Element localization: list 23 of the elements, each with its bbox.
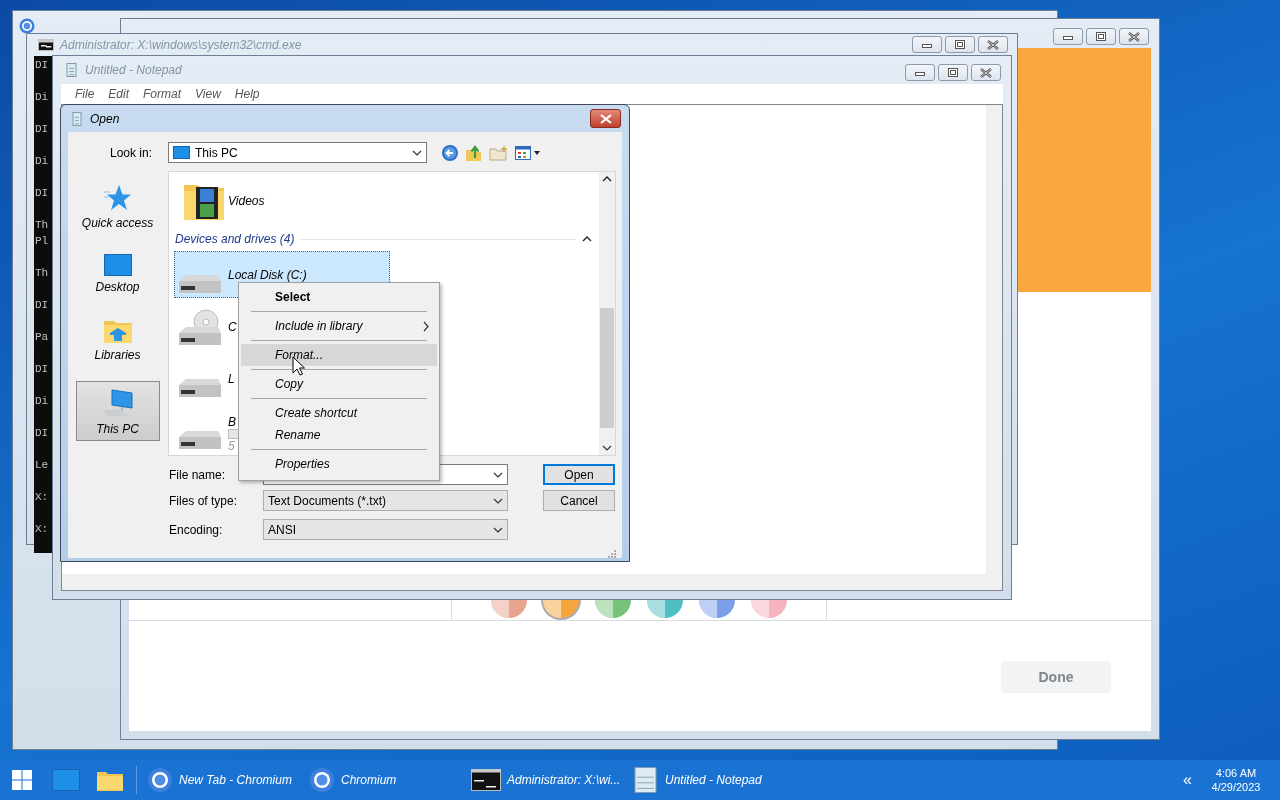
console-line: X: [35, 522, 49, 537]
console-line: Th [35, 218, 49, 233]
window-title: Untitled - Notepad [85, 63, 182, 77]
console-line: X: [35, 490, 49, 505]
console-line: Di [35, 154, 49, 169]
console-line: DI [35, 122, 49, 137]
console-line: DI [35, 58, 49, 73]
console-line: Pl [35, 234, 49, 249]
field-label: Encoding: [169, 522, 224, 537]
console-line: Th [35, 266, 49, 281]
window-title: Administrator: X:\windows\system32\cmd.exe [60, 38, 302, 52]
console-line: Di [35, 394, 49, 409]
console-line: DI [35, 298, 49, 313]
dialog-title: Open [90, 111, 120, 126]
console-line: Le [35, 458, 49, 473]
console-line: DI [35, 362, 49, 377]
field-label: Look in: [108, 145, 153, 160]
field-label: File name: [169, 467, 227, 482]
field-label: Files of type: [169, 493, 239, 508]
console-line: DI [35, 186, 49, 201]
console-line: Di [35, 90, 49, 105]
console-line: DI [35, 426, 49, 441]
console-line: Pa [35, 330, 49, 345]
